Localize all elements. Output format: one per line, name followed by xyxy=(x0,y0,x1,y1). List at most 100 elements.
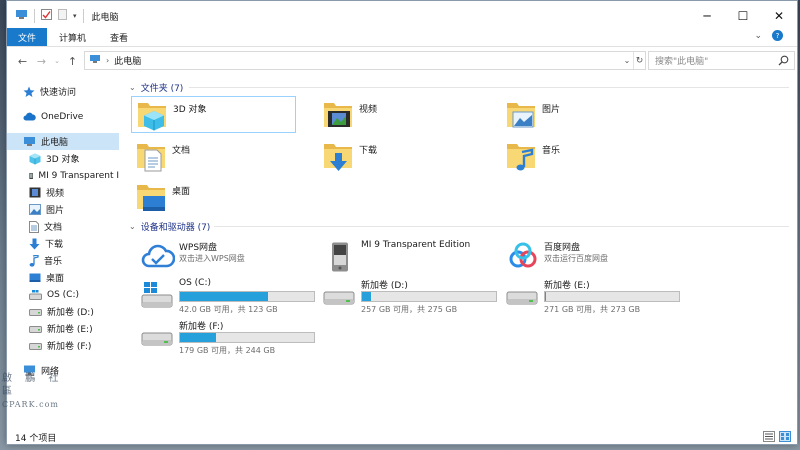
folder-pictures[interactable]: 图片 xyxy=(501,96,666,133)
picture-icon xyxy=(29,204,41,215)
sidebar-item-videos[interactable]: 视频 xyxy=(7,184,119,201)
window-title: 此电脑 xyxy=(91,12,119,23)
maximize-button[interactable]: ☐ xyxy=(725,1,761,31)
drive-d[interactable]: 新加卷 (D:) 257 GB 可用，共 275 GB xyxy=(321,276,501,314)
divider xyxy=(82,9,84,23)
expand-ribbon-icon[interactable]: ⌄ xyxy=(754,31,762,41)
drive-icon xyxy=(29,308,42,316)
document-icon xyxy=(29,220,39,233)
search-input[interactable]: 搜索"此电脑" xyxy=(655,54,708,67)
drive-phone[interactable]: MI 9 Transparent Edition xyxy=(321,238,501,276)
music-note-icon xyxy=(29,254,39,267)
sidebar-item-3d-objects[interactable]: 3D 对象 xyxy=(7,150,119,167)
status-bar: 14 个项目 xyxy=(7,429,797,445)
tab-file[interactable]: 文件 xyxy=(7,28,48,46)
folder-label: 音乐 xyxy=(542,146,561,156)
sidebar-item-drive-e[interactable]: 新加卷 (E:) xyxy=(7,320,119,337)
drive-icon xyxy=(141,321,175,351)
new-folder-icon[interactable] xyxy=(58,9,67,23)
divider xyxy=(189,87,789,88)
sidebar-item-this-pc[interactable]: 此电脑 xyxy=(7,133,119,150)
windows-drive-icon xyxy=(141,280,175,310)
usage-bar xyxy=(544,291,680,302)
up-icon[interactable]: ↑ xyxy=(63,55,82,68)
folder-3d-objects[interactable]: 3D 对象 xyxy=(131,96,296,133)
ribbon-tabs: 文件 计算机 查看 ⌄ ? xyxy=(7,28,797,47)
drive-e[interactable]: 新加卷 (E:) 271 GB 可用，共 273 GB xyxy=(504,276,684,314)
back-icon[interactable]: ← xyxy=(13,55,32,68)
minimize-button[interactable]: ─ xyxy=(689,1,725,31)
tab-computer[interactable]: 计算机 xyxy=(47,28,98,46)
quick-access-toolbar: ▾ xyxy=(7,9,84,23)
sidebar-item-documents[interactable]: 文档 xyxy=(7,218,119,235)
desktop-icon xyxy=(29,273,41,282)
customize-dropdown-icon[interactable]: ▾ xyxy=(73,12,77,20)
sidebar-item-pictures[interactable]: 图片 xyxy=(7,201,119,218)
address-bar[interactable]: › 此电脑 ⌄ ↻ xyxy=(84,51,646,70)
folder-downloads[interactable]: 下载 xyxy=(318,137,483,174)
chevron-down-icon: ⌄ xyxy=(129,83,136,92)
drive-f[interactable]: 新加卷 (F:) 179 GB 可用，共 244 GB xyxy=(139,317,319,355)
usage-bar xyxy=(179,291,315,302)
folder-label: 下载 xyxy=(359,146,378,156)
folder-label: 桌面 xyxy=(172,187,191,197)
folder-music-icon xyxy=(505,140,537,172)
navigation-bar: ← → ⌄ ↑ › 此电脑 ⌄ ↻ 搜索"此电脑" xyxy=(7,49,797,73)
forward-icon[interactable]: → xyxy=(32,55,51,68)
drive-icon xyxy=(29,342,42,350)
recent-dropdown-icon[interactable]: ⌄ xyxy=(51,57,63,65)
cloud-icon xyxy=(23,112,36,121)
folder-music[interactable]: 音乐 xyxy=(501,137,666,174)
search-box[interactable]: 搜索"此电脑" xyxy=(648,51,795,70)
sidebar-item-phone[interactable]: MI 9 Transparent I xyxy=(7,167,119,184)
file-explorer-window: ▾ 此电脑 ─ ☐ ✕ 文件 计算机 查看 ⌄ ? ← → ⌄ ↑ › 此电脑 xyxy=(6,0,798,445)
group-header-drives[interactable]: ⌄ 设备和驱动器 (7) xyxy=(129,220,210,233)
address-dropdown-icon[interactable]: ⌄ xyxy=(621,52,633,69)
pc-icon[interactable] xyxy=(15,9,28,23)
sidebar-item-drive-f[interactable]: 新加卷 (F:) xyxy=(7,337,119,354)
sidebar-item-music[interactable]: 音乐 xyxy=(7,252,119,269)
sidebar-item-onedrive[interactable]: OneDrive xyxy=(7,108,119,125)
drive-icon xyxy=(323,280,357,310)
title-bar: ▾ 此电脑 ─ ☐ ✕ xyxy=(7,1,797,31)
drive-c[interactable]: OS (C:) 42.0 GB 可用，共 123 GB xyxy=(139,276,319,314)
window-controls: ─ ☐ ✕ xyxy=(689,1,797,31)
drive-baidu-cloud[interactable]: 百度网盘 双击运行百度网盘 xyxy=(504,238,684,276)
windows-drive-icon xyxy=(29,289,42,300)
search-icon[interactable] xyxy=(778,55,789,69)
folder-documents[interactable]: 文档 xyxy=(131,137,296,174)
sidebar-item-quick-access[interactable]: 快速访问 xyxy=(7,83,119,100)
star-icon xyxy=(23,86,35,97)
help-icon[interactable]: ? xyxy=(772,30,783,41)
drive-wps-cloud[interactable]: WPS网盘 双击进入WPS网盘 xyxy=(139,238,319,276)
details-view-icon[interactable] xyxy=(763,431,775,445)
sidebar-item-drive-d[interactable]: 新加卷 (D:) xyxy=(7,303,119,320)
cloud-icon xyxy=(141,242,176,272)
folder-video-icon xyxy=(322,99,354,131)
divider xyxy=(34,9,35,23)
folder-videos[interactable]: 视频 xyxy=(318,96,483,133)
sidebar-item-downloads[interactable]: 下载 xyxy=(7,235,119,252)
tab-view[interactable]: 查看 xyxy=(98,28,140,46)
folder-label: 3D 对象 xyxy=(173,105,207,115)
properties-icon[interactable] xyxy=(41,9,52,23)
sidebar-item-desktop[interactable]: 桌面 xyxy=(7,269,119,286)
phone-icon xyxy=(323,242,357,272)
group-header-folders[interactable]: ⌄ 文件夹 (7) xyxy=(129,81,183,94)
film-icon xyxy=(29,187,41,198)
tiles-view-icon[interactable] xyxy=(779,431,791,445)
folder-picture-icon xyxy=(505,99,537,131)
breadcrumb-separator-icon[interactable]: › xyxy=(106,56,109,65)
refresh-icon[interactable]: ↻ xyxy=(633,52,645,69)
folder-label: 文档 xyxy=(172,146,191,156)
close-button[interactable]: ✕ xyxy=(761,1,797,31)
breadcrumb-this-pc[interactable]: 此电脑 xyxy=(114,54,141,67)
folder-desktop[interactable]: 桌面 xyxy=(131,178,296,215)
pc-icon xyxy=(24,137,35,146)
phone-icon xyxy=(29,172,34,179)
sidebar-item-drive-c[interactable]: OS (C:) xyxy=(7,286,119,303)
view-toggles xyxy=(763,431,791,445)
folder-document-icon xyxy=(135,140,167,172)
folder-desktop-icon xyxy=(135,181,167,213)
ribbon-controls: ⌄ ? xyxy=(754,30,783,41)
